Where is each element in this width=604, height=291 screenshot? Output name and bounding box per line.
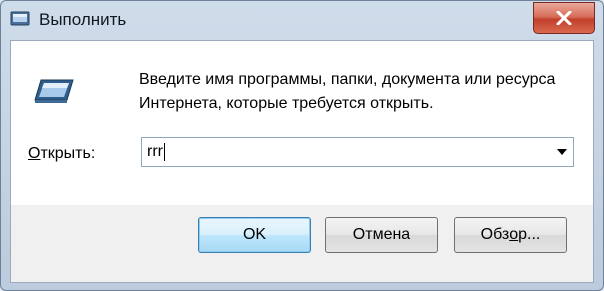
open-input-value[interactable]: rrr — [147, 143, 163, 161]
ok-button[interactable]: OK — [198, 217, 311, 253]
dialog-body: Введите имя программы, папки, документа … — [10, 40, 594, 283]
chevron-down-icon[interactable] — [557, 149, 567, 155]
run-program-icon — [34, 79, 74, 103]
cancel-button[interactable]: Отмена — [325, 217, 438, 253]
run-icon — [10, 11, 30, 26]
open-combobox[interactable]: rrr — [141, 137, 574, 167]
browse-label-pre: Обз — [480, 226, 510, 243]
instruction-line-1: Введите имя программы, папки, документа … — [139, 71, 556, 88]
browse-button[interactable]: Обз о р... — [454, 217, 567, 253]
close-icon — [556, 11, 572, 25]
title-bar[interactable]: Выполнить — [1, 1, 603, 39]
window-title: Выполнить — [39, 10, 127, 29]
browse-label-mnemonic: о — [509, 226, 519, 243]
open-label-mnemonic: О — [28, 145, 41, 162]
instruction-line-2: Интернета, которые требуется открыть. — [139, 95, 434, 112]
close-button[interactable] — [533, 2, 595, 34]
open-label: Открыть: — [28, 145, 95, 163]
open-label-rest: ткрыть: — [40, 145, 96, 162]
browse-label-post: р... — [518, 226, 541, 243]
text-caret — [164, 143, 165, 161]
instruction-text: Введите имя программы, папки, документа … — [139, 68, 579, 116]
run-dialog: Выполнить Введите имя программы, папки, … — [0, 0, 604, 291]
